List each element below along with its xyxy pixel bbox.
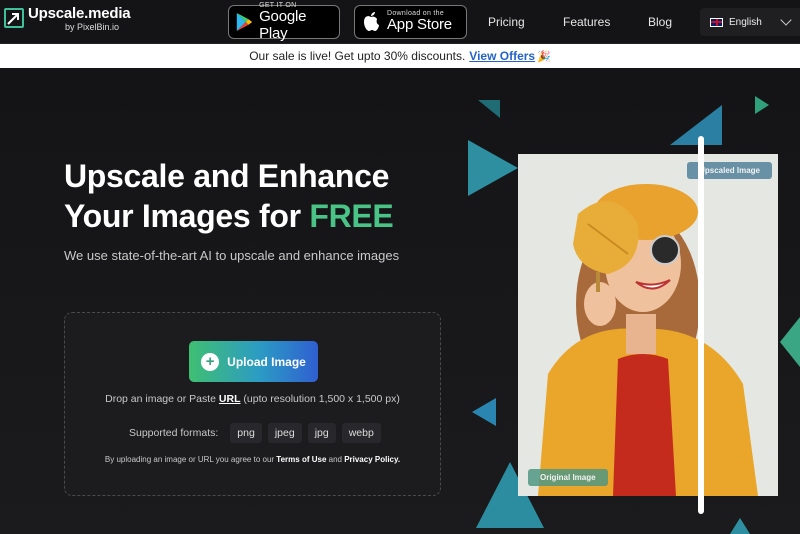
terms-mid: and: [326, 455, 345, 464]
formats-label: Supported formats:: [129, 427, 219, 439]
format-chip: jpeg: [267, 423, 302, 443]
sample-photo: [518, 154, 778, 496]
hero-subhead: We use state-of-the-art AI to upscale an…: [64, 248, 400, 263]
brand-sub: by PixelBin.io: [65, 22, 120, 32]
decor-triangle: [468, 140, 518, 196]
nav-blog[interactable]: Blog: [648, 15, 672, 29]
uk-flag-icon: [710, 17, 723, 27]
sale-banner: Our sale is live! Get upto 30% discounts…: [0, 44, 800, 68]
format-chip: jpg: [307, 423, 336, 443]
decor-triangle: [670, 105, 722, 145]
google-play-icon: [236, 12, 253, 32]
top-navbar: Upscale.media by PixelBin.io GET IT ON G…: [0, 0, 800, 44]
decor-triangle: [755, 96, 769, 114]
nav-features[interactable]: Features: [563, 15, 610, 29]
original-image-tag: Original Image: [528, 469, 608, 486]
google-play-button[interactable]: GET IT ON Google Play: [228, 2, 340, 42]
terms-notice: By uploading an image or URL you agree t…: [65, 455, 440, 464]
hero-headline: Upscale and Enhance Your Images for FREE: [64, 156, 394, 236]
language-selector[interactable]: English: [700, 8, 800, 36]
app-store-label: App Store: [387, 16, 452, 34]
terms-of-use-link[interactable]: Terms of Use: [276, 455, 326, 464]
upload-image-button[interactable]: + Upload Image: [189, 341, 318, 382]
headline-line1: Upscale and Enhance: [64, 158, 390, 194]
drop-post: (upto resolution 1,500 x 1,500 px): [240, 393, 400, 405]
logo-icon: [4, 8, 24, 28]
format-chip: png: [230, 423, 262, 443]
terms-pre: By uploading an image or URL you agree t…: [104, 455, 277, 464]
headline-line2: Your Images for FREE: [64, 196, 394, 236]
upload-dropzone[interactable]: + Upload Image Drop an image or Paste UR…: [64, 312, 441, 496]
app-store-button[interactable]: Download on the App Store: [354, 5, 467, 39]
decor-triangle: [730, 518, 750, 534]
nav-pricing[interactable]: Pricing: [488, 15, 525, 29]
party-icon: 🎉: [537, 50, 551, 63]
view-offers-link[interactable]: View Offers: [469, 49, 535, 63]
google-play-label: Google Play: [259, 8, 307, 42]
brand-name: Upscale.media: [28, 5, 131, 22]
brand-logo[interactable]: Upscale.media by PixelBin.io: [4, 5, 131, 32]
upload-button-label: Upload Image: [227, 354, 306, 369]
decor-triangle: [478, 100, 500, 118]
format-chip: webp: [341, 423, 381, 443]
headline-line2-text: Your Images for: [64, 198, 310, 234]
compare-slider-handle[interactable]: [698, 136, 704, 514]
apple-icon: [364, 12, 379, 31]
supported-formats: Supported formats: png jpeg jpg webp: [129, 423, 381, 443]
headline-free: FREE: [309, 198, 394, 234]
drop-instructions: Drop an image or Paste URL (upto resolut…: [65, 393, 440, 405]
paste-url-link[interactable]: URL: [219, 393, 241, 405]
before-after-preview: Upscaled Image Original Image: [518, 154, 778, 496]
language-label: English: [729, 16, 762, 28]
banner-text: Our sale is live! Get upto 30% discounts…: [249, 49, 466, 63]
decor-triangle: [780, 312, 800, 372]
chevron-down-icon: [780, 14, 792, 26]
privacy-policy-link[interactable]: Privacy Policy.: [344, 455, 400, 464]
drop-pre: Drop an image or Paste: [105, 393, 219, 405]
plus-icon: +: [201, 352, 220, 371]
decor-triangle: [472, 398, 496, 426]
